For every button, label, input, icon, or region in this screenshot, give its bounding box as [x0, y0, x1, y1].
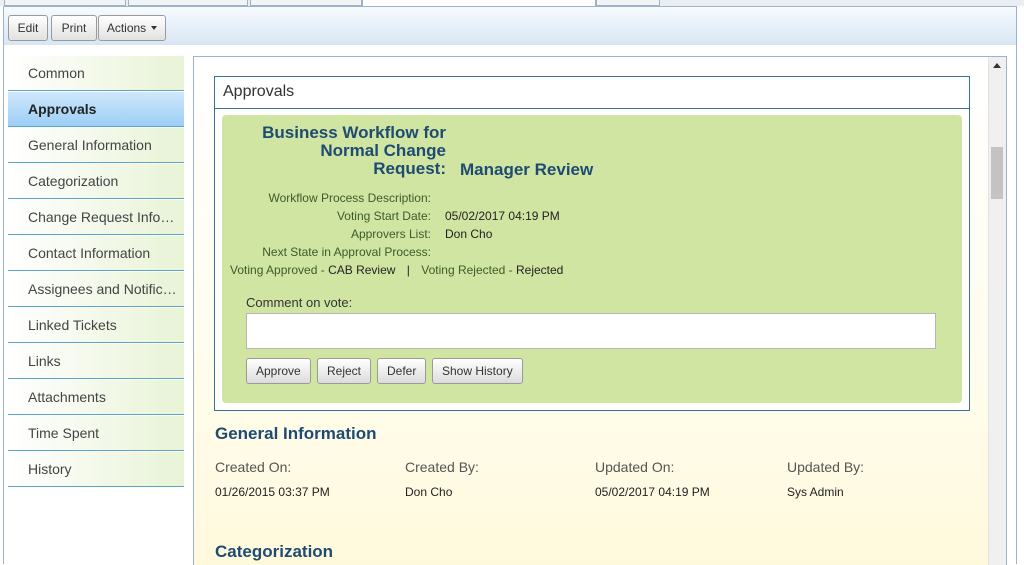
approve-button[interactable]: Approve [246, 358, 311, 384]
sidebar-item-assignees-and-notifications[interactable]: Assignees and Notifications [8, 272, 184, 307]
voting-rejected-label: Voting Rejected - [421, 263, 513, 277]
vote-outcomes: Voting Approved - CAB Review | Voting Re… [230, 263, 563, 277]
next-state-label: Next State in Approval Process: [262, 245, 431, 259]
categorization-heading: Categorization [215, 542, 334, 561]
sidebar-item-label: Common [28, 65, 85, 81]
scroll-up-arrow-icon[interactable] [993, 63, 1001, 68]
sidebar-item-common[interactable]: Common [8, 56, 184, 91]
caret-down-icon [151, 26, 158, 30]
sidebar-item-links[interactable]: Links [8, 344, 184, 379]
content-pane: Approvals Business Workflow for Normal C… [193, 56, 1007, 565]
approvals-title: Approvals [223, 83, 295, 100]
edit-button-label: Edit [17, 21, 39, 35]
created-on-value: 01/26/2015 03:37 PM [215, 485, 330, 499]
sidebar-item-label: Linked Tickets [28, 317, 117, 333]
print-button-label: Print [61, 21, 87, 35]
updated-on-label: Updated On: [595, 459, 675, 475]
sidebar-item-label: Links [28, 353, 61, 369]
updated-on-value: 05/02/2017 04:19 PM [595, 485, 710, 499]
sidebar-item-label: Change Request Information [28, 209, 178, 225]
voting-start-date-label: Voting Start Date: [336, 209, 431, 223]
approvals-section: Approvals Business Workflow for Normal C… [214, 76, 970, 411]
sidebar-item-label: Attachments [28, 389, 106, 405]
defer-button[interactable]: Defer [377, 358, 427, 384]
reject-button[interactable]: Reject [317, 358, 372, 384]
sidebar-item-approvals[interactable]: Approvals [8, 92, 184, 127]
comment-input[interactable] [246, 313, 936, 349]
sidebar-item-label: Categorization [28, 173, 119, 189]
print-button[interactable]: Print [51, 15, 97, 41]
sidebar-item-history[interactable]: History [8, 452, 184, 487]
sidebar-item-attachments[interactable]: Attachments [8, 380, 184, 415]
sidebar-item-label: Assignees and Notifications [28, 281, 178, 297]
sidebar-item-label: Time Spent [28, 425, 100, 441]
voting-rejected-value: Rejected [515, 263, 564, 277]
show-history-button[interactable]: Show History [432, 358, 523, 384]
workflow-title: Business Workflow for Normal Change Requ… [222, 124, 446, 178]
workflow-state: Manager Review [460, 160, 594, 179]
comment-label: Comment on vote: [246, 295, 353, 310]
workflow-process-description-label: Workflow Process Description: [268, 191, 432, 205]
workflow-title-line: Business Workflow for [262, 123, 446, 142]
actions-dropdown-button[interactable]: Actions [98, 15, 166, 41]
voting-approved-label: Voting Approved - [230, 263, 325, 277]
divider [215, 108, 969, 109]
sidebar-item-label: Contact Information [28, 245, 151, 261]
workflow-title-line: Request: [373, 159, 446, 178]
approvers-list-value: Don Cho [445, 227, 493, 241]
outcome-separator: | [406, 263, 410, 277]
sidebar-item-general-information[interactable]: General Information [8, 128, 184, 163]
edit-button[interactable]: Edit [8, 15, 48, 41]
sidebar-item-label: History [28, 461, 72, 477]
sidebar-item-label: General Information [28, 137, 152, 153]
approval-panel: Business Workflow for Normal Change Requ… [222, 115, 962, 403]
sidebar-item-change-request-info[interactable]: Change Request Information [8, 200, 184, 235]
voting-start-date-value: 05/02/2017 04:19 PM [445, 209, 560, 223]
actions-button-label: Actions [106, 21, 147, 35]
toolbar: Edit Print Actions [3, 6, 1017, 46]
sidebar-item-linked-tickets[interactable]: Linked Tickets [8, 308, 184, 343]
sidebar-item-categorization[interactable]: Categorization [8, 164, 184, 199]
created-by-label: Created By: [405, 459, 479, 475]
sidebar-nav: Common Approvals General Information Cat… [8, 56, 184, 488]
approvers-list-label: Approvers List: [350, 227, 431, 241]
updated-by-label: Updated By: [787, 459, 865, 475]
vertical-scrollbar[interactable] [988, 57, 1006, 565]
scrollbar-thumb[interactable] [991, 147, 1003, 199]
sidebar-item-contact-information[interactable]: Contact Information [8, 236, 184, 271]
voting-approved-value: CAB Review [328, 263, 396, 277]
created-on-label: Created On: [215, 459, 292, 475]
created-by-value: Don Cho [405, 485, 453, 499]
sidebar-item-time-spent[interactable]: Time Spent [8, 416, 184, 451]
sidebar-item-label: Approvals [28, 101, 97, 117]
workflow-title-line: Normal Change [320, 141, 446, 160]
general-information-heading: General Information [215, 424, 377, 443]
updated-by-value: Sys Admin [787, 485, 844, 499]
